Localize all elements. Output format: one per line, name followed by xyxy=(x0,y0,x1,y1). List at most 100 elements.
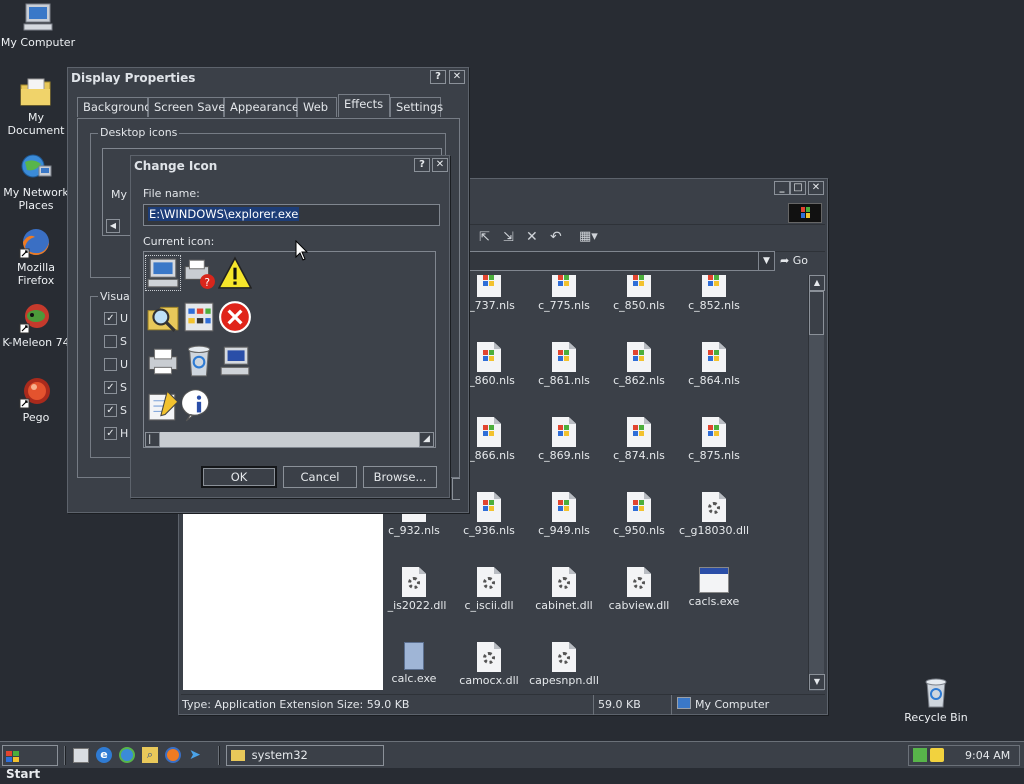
ie-icon[interactable]: e xyxy=(96,747,112,763)
network-tray-icon[interactable] xyxy=(913,748,927,762)
nls-file-icon xyxy=(627,275,651,297)
dp-apply-button[interactable] xyxy=(452,478,460,500)
error-icon[interactable] xyxy=(218,300,252,334)
go-button[interactable]: ➦ Go xyxy=(780,251,822,271)
computer-terminal-icon[interactable] xyxy=(218,344,252,378)
copy-to-icon[interactable]: ⇲ xyxy=(503,230,514,245)
nls-file-icon xyxy=(552,492,576,522)
resize-grip-icon[interactable]: ◢ xyxy=(419,432,434,447)
close-button[interactable]: ✕ xyxy=(449,70,465,84)
visual-effect-checkbox[interactable]: ✓ xyxy=(104,404,117,417)
close-button[interactable]: ✕ xyxy=(432,158,448,172)
file-item[interactable]: c_iscii.dll xyxy=(450,567,528,612)
help-button[interactable]: ? xyxy=(430,70,446,84)
file-item[interactable]: c_950.nls xyxy=(600,492,678,537)
desktop-icon-my-network[interactable]: My Network Places xyxy=(0,152,74,212)
tab-effects[interactable]: Effects xyxy=(338,94,390,117)
browse-button[interactable]: Browse... xyxy=(363,466,437,488)
network-quicklaunch-icon[interactable] xyxy=(119,747,135,763)
desktop-icon-kmeleon[interactable]: K-Meleon 74 xyxy=(0,302,74,349)
volume-tray-icon[interactable] xyxy=(930,748,944,762)
tab-background[interactable]: Background xyxy=(77,97,152,117)
file-item[interactable]: c_850.nls xyxy=(600,275,678,312)
start-button[interactable]: Start xyxy=(2,745,58,781)
desktop-icon-firefox[interactable]: Mozilla Firefox xyxy=(0,227,74,287)
delete-icon[interactable]: ✕ xyxy=(526,229,538,245)
dll-file-icon xyxy=(552,567,576,597)
icon-list[interactable]: ? ▏ ◢ xyxy=(143,251,436,448)
control-panel-icon[interactable] xyxy=(182,300,216,334)
file-item[interactable]: c_864.nls xyxy=(675,342,753,387)
file-item[interactable]: cacls.exe xyxy=(675,567,753,608)
tab-appearance[interactable]: Appearance xyxy=(224,97,299,117)
recycle-icon[interactable] xyxy=(182,344,216,378)
show-desktop-icon[interactable] xyxy=(73,748,89,763)
file-item[interactable]: calc.exe xyxy=(387,642,453,685)
file-item[interactable]: camocx.dll xyxy=(450,642,528,687)
file-name: c_861.nls xyxy=(538,374,590,387)
printer-icon[interactable] xyxy=(146,344,180,378)
file-item[interactable]: c_869.nls xyxy=(525,417,603,462)
search-folder-icon[interactable] xyxy=(146,300,180,334)
info-icon[interactable] xyxy=(181,388,216,422)
file-item[interactable]: capesnpn.dll xyxy=(525,642,603,687)
desktop-icon-pego[interactable]: Pego xyxy=(0,377,74,424)
help-button[interactable]: ? xyxy=(414,158,430,172)
tab-web[interactable]: Web xyxy=(297,97,337,117)
move-to-icon[interactable]: ⇱ xyxy=(479,230,490,245)
address-dropdown-button[interactable]: ▼ xyxy=(758,252,774,270)
undo-icon[interactable]: ↶ xyxy=(550,229,562,245)
search-quicklaunch-icon[interactable]: ⌕ xyxy=(142,747,158,763)
file-item[interactable]: c_949.nls xyxy=(525,492,603,537)
tab-strip: Background Screen Saver Appearance Web E… xyxy=(77,94,457,118)
warning-icon[interactable] xyxy=(217,256,253,290)
send-quicklaunch-icon[interactable]: ➤ xyxy=(189,747,201,763)
address-bar[interactable] xyxy=(469,251,775,271)
minimize-button[interactable]: _ xyxy=(774,181,790,195)
horizontal-scrollbar[interactable]: ▏ ◢ xyxy=(145,432,434,447)
file-item[interactable]: c_852.nls xyxy=(675,275,753,312)
vertical-scrollbar[interactable]: ▲ ▼ xyxy=(808,275,825,691)
file-item[interactable]: cabview.dll xyxy=(600,567,678,612)
file-name: calc.exe xyxy=(391,672,437,685)
file-item[interactable]: c_is2022.dll xyxy=(387,567,453,612)
notepad-icon[interactable] xyxy=(146,388,180,422)
printer-help-icon[interactable]: ? xyxy=(182,256,216,290)
maximize-button[interactable]: □ xyxy=(790,181,806,195)
file-name-input[interactable]: E:\WINDOWS\explorer.exe xyxy=(143,204,440,226)
scroll-thumb[interactable] xyxy=(809,291,824,335)
scroll-down-button[interactable]: ▼ xyxy=(809,674,825,690)
scroll-left-button[interactable]: ▏ xyxy=(145,432,160,447)
firefox-quicklaunch-icon[interactable] xyxy=(165,747,181,763)
desktop-icon-recycle-bin[interactable]: Recycle Bin xyxy=(898,677,974,724)
clock[interactable]: 9:04 AM xyxy=(965,749,1010,762)
task-label: system32 xyxy=(251,748,308,762)
views-icon[interactable]: ▦▾ xyxy=(579,229,598,244)
visual-effect-checkbox[interactable]: ✓ xyxy=(104,381,117,394)
tab-screen-saver[interactable]: Screen Saver xyxy=(148,97,230,117)
desktop-icon-my-documents[interactable]: My Document xyxy=(0,77,74,137)
file-item[interactable]: c_875.nls xyxy=(675,417,753,462)
scroll-up-button[interactable]: ▲ xyxy=(809,275,825,291)
visual-effect-checkbox[interactable]: ✓ xyxy=(104,427,117,440)
taskbar-task-system32[interactable]: system32 xyxy=(226,745,384,766)
file-item[interactable]: c_775.nls xyxy=(525,275,603,312)
file-item[interactable]: c_862.nls xyxy=(600,342,678,387)
ok-button[interactable]: OK xyxy=(201,466,277,488)
computer-icon xyxy=(21,2,55,34)
cancel-button[interactable]: Cancel xyxy=(283,466,357,488)
file-item[interactable]: c_g18030.dll xyxy=(675,492,753,537)
visual-effect-checkbox[interactable] xyxy=(104,358,117,371)
file-item[interactable]: cabinet.dll xyxy=(525,567,603,612)
file-item[interactable]: c_861.nls xyxy=(525,342,603,387)
system-tray: 9:04 AM xyxy=(908,745,1020,766)
visual-effect-label: U xyxy=(120,358,129,371)
close-button[interactable]: ✕ xyxy=(808,181,824,195)
tab-settings[interactable]: Settings xyxy=(390,97,443,117)
visual-effect-checkbox[interactable] xyxy=(104,335,117,348)
visual-effect-checkbox[interactable]: ✓ xyxy=(104,312,117,325)
desktop-icon-my-computer[interactable]: My Computer xyxy=(0,2,76,49)
list-scroll-left-button[interactable]: ◀ xyxy=(106,219,120,233)
file-item[interactable]: c_874.nls xyxy=(600,417,678,462)
computer-icon[interactable] xyxy=(145,255,181,291)
